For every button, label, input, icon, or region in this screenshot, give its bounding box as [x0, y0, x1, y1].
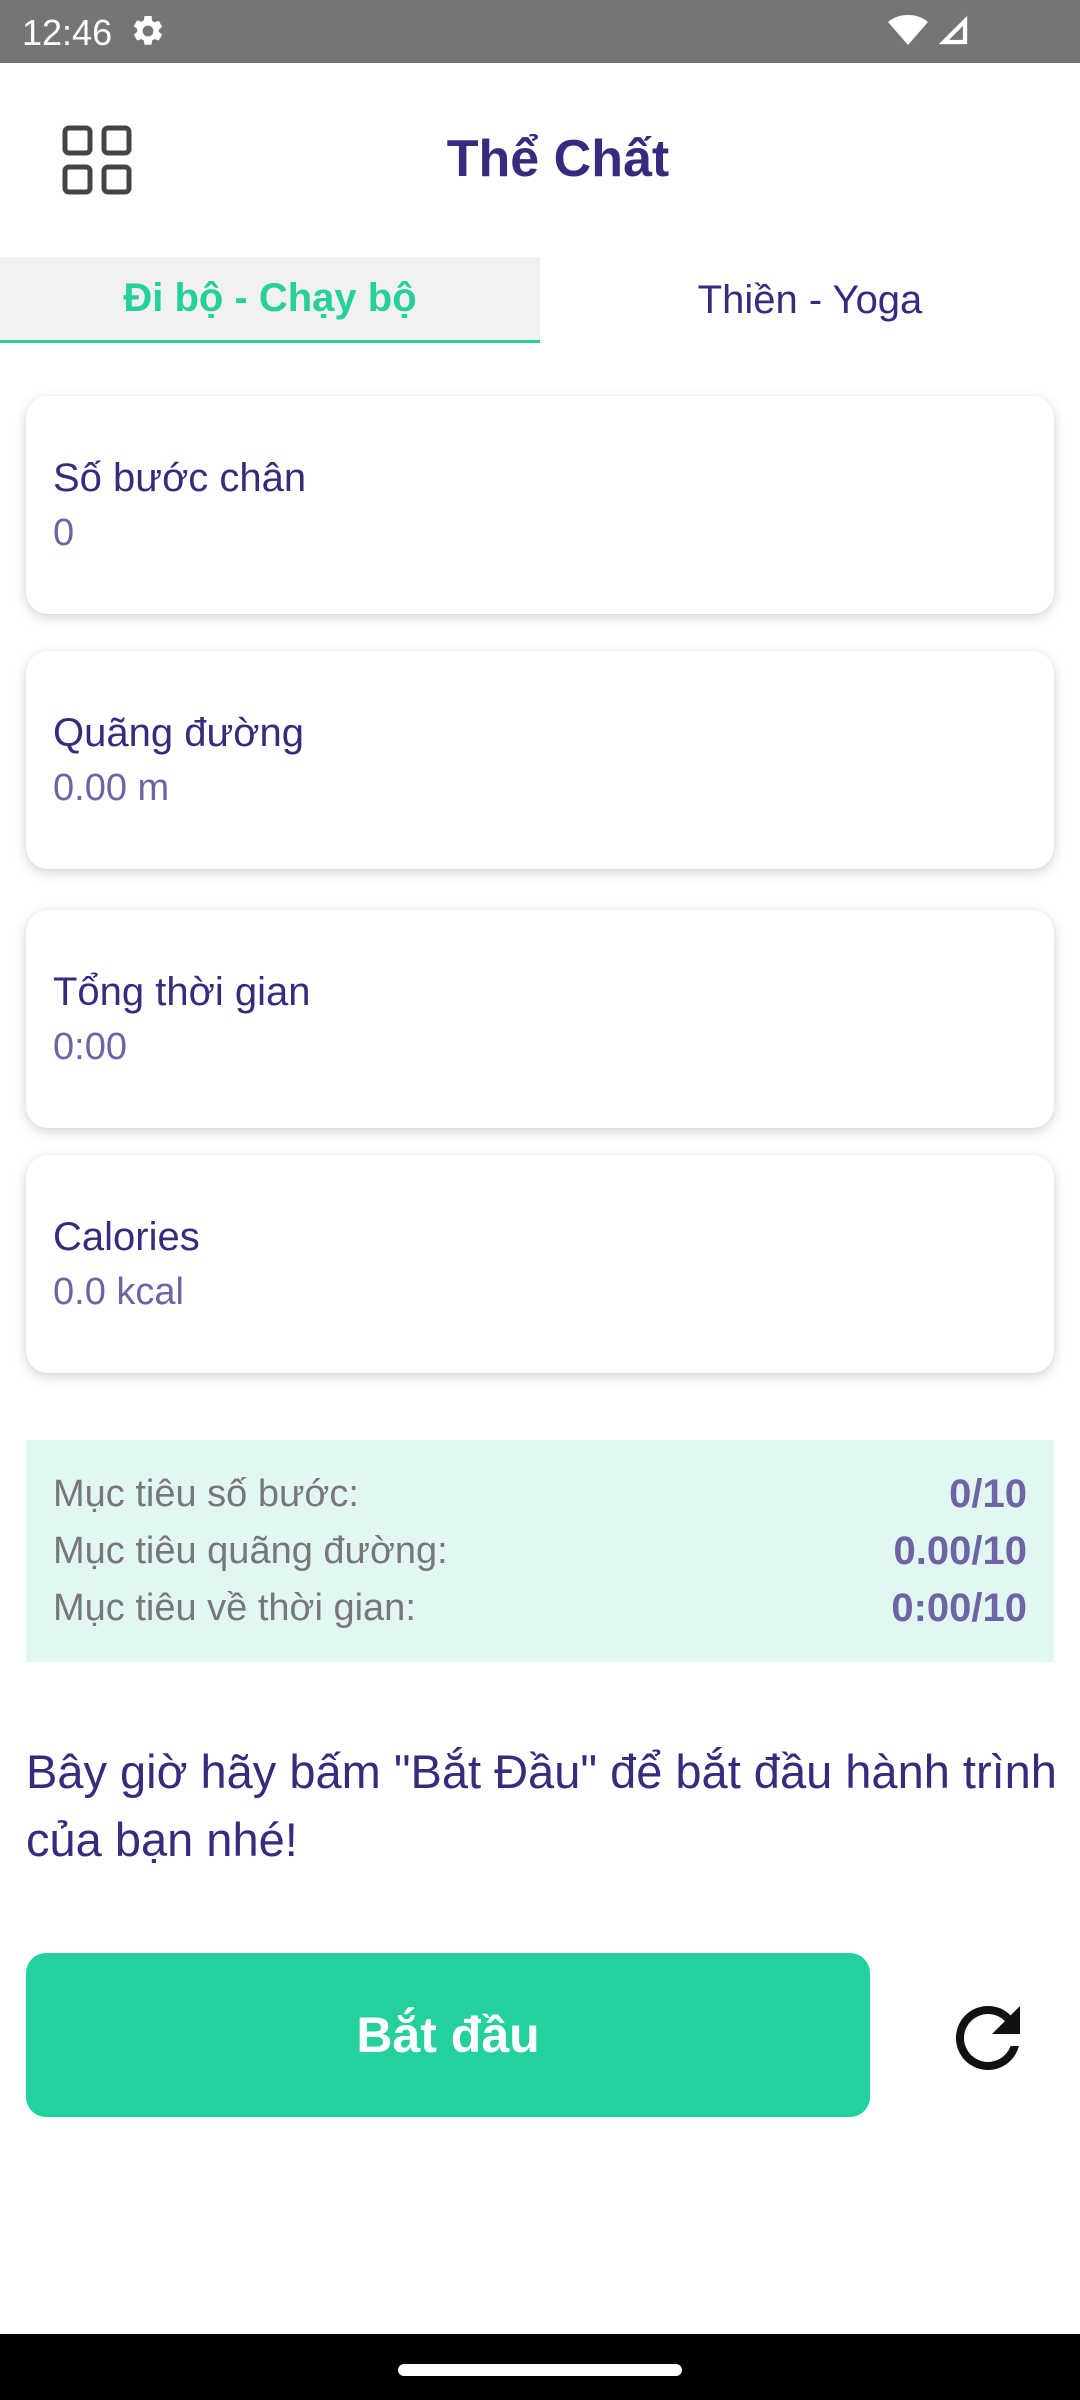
status-time: 12:46	[22, 12, 113, 53]
top-bar: Thể Chất	[0, 63, 1080, 258]
refresh-icon[interactable]	[940, 1990, 1036, 2086]
start-button[interactable]: Bắt đầu	[26, 1953, 870, 2117]
navigation-bar	[0, 2334, 1080, 2400]
wifi-icon	[888, 15, 928, 45]
distance-value: 0.00 m	[53, 767, 170, 809]
home-gesture-handle[interactable]	[398, 2364, 682, 2376]
total-time-card: Tổng thời gian 0:00	[26, 910, 1054, 1128]
screen: 12:46 Thể Chất Đi bộ - Chạy bộ Thiền - Y…	[0, 0, 1080, 2400]
goal-steps-label: Mục tiêu số bước:	[53, 1473, 359, 1515]
goal-steps-value: 0/10	[949, 1472, 1027, 1516]
page-title: Thể Chất	[446, 130, 670, 188]
calories-card: Calories 0.0 kcal	[26, 1155, 1054, 1373]
tab-bar: Đi bộ - Chạy bộ Thiền - Yoga	[0, 257, 1080, 343]
goal-distance-value: 0.00/10	[893, 1529, 1027, 1573]
goal-row-time: Mục tiêu về thời gian: 0:00/10	[53, 1580, 1027, 1637]
total-time-value: 0:00	[53, 1026, 127, 1068]
steps-value: 0	[53, 512, 75, 554]
calories-label: Calories	[53, 1215, 200, 1259]
distance-card: Quãng đường 0.00 m	[26, 651, 1054, 869]
goal-row-steps: Mục tiêu số bước: 0/10	[53, 1466, 1027, 1523]
tab-meditation-yoga[interactable]: Thiền - Yoga	[540, 257, 1080, 343]
goals-box: Mục tiêu số bước: 0/10 Mục tiêu quãng đư…	[26, 1440, 1054, 1662]
start-prompt: Bây giờ hãy bấm "Bắt Đầu" để bắt đầu hàn…	[26, 1745, 1057, 1866]
goal-row-distance: Mục tiêu quãng đường: 0.00/10	[53, 1523, 1027, 1580]
goal-distance-label: Mục tiêu quãng đường:	[53, 1530, 448, 1572]
status-bar: 12:46	[0, 0, 1080, 63]
gear-icon	[133, 15, 163, 45]
tab-walking-running[interactable]: Đi bộ - Chạy bộ	[0, 257, 540, 343]
goal-time-value: 0:00/10	[891, 1586, 1027, 1630]
total-time-label: Tổng thời gian	[53, 970, 311, 1014]
goal-time-label: Mục tiêu về thời gian:	[53, 1587, 416, 1629]
distance-label: Quãng đường	[53, 711, 304, 755]
steps-label: Số bước chân	[53, 456, 307, 500]
steps-card: Số bước chân 0	[26, 396, 1054, 614]
calories-value: 0.0 kcal	[53, 1271, 184, 1313]
signal-icon	[938, 15, 968, 45]
